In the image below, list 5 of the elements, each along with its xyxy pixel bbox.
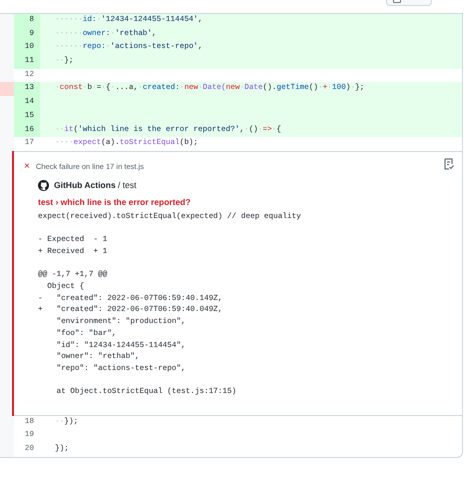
check-source: GitHub Actions / test <box>54 180 136 190</box>
failure-title: test › which line is the error reported? <box>38 196 192 207</box>
github-logo-icon <box>38 180 49 191</box>
failure-icon: × <box>24 162 30 172</box>
checklist-icon[interactable] <box>443 158 454 170</box>
